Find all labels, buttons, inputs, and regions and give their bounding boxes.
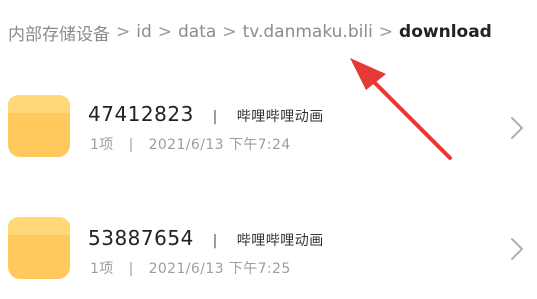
folder-meta: 1项 | 2021/6/13 下午7:24: [90, 134, 291, 154]
folder-icon: [8, 95, 70, 157]
breadcrumb-item-download: download: [399, 22, 492, 42]
breadcrumb-separator-icon: >: [116, 22, 131, 42]
breadcrumb-separator-icon: >: [378, 22, 394, 42]
breadcrumb: 内部存储设备 > id > data > tv.danmaku.bili > d…: [8, 20, 492, 45]
meta-separator: |: [128, 137, 134, 153]
modified-time: 下午7:25: [228, 261, 291, 277]
item-count: 1项: [90, 261, 114, 277]
name-separator: |: [212, 109, 218, 125]
breadcrumb-item-package[interactable]: tv.danmaku.bili: [243, 22, 373, 42]
modified-date: 2021/6/13: [148, 261, 224, 277]
folder-icon: [8, 217, 70, 279]
breadcrumb-separator-icon: >: [157, 22, 173, 42]
modified-date: 2021/6/13: [148, 137, 224, 153]
breadcrumb-separator-icon: >: [222, 22, 237, 42]
chevron-right-icon[interactable]: [509, 116, 525, 140]
item-count: 1项: [90, 137, 114, 153]
modified-time: 下午7:24: [228, 137, 291, 153]
breadcrumb-item-id[interactable]: id: [136, 22, 152, 42]
folder-row[interactable]: 53887654 | 哔哩哔哩动画 1项 | 2021/6/13 下午7:25: [0, 214, 537, 290]
folder-app-label: 哔哩哔哩动画: [236, 109, 324, 125]
name-separator: |: [212, 233, 218, 249]
folder-name: 47412823: [88, 102, 194, 126]
breadcrumb-item-data[interactable]: data: [178, 22, 216, 42]
chevron-right-icon[interactable]: [509, 237, 525, 261]
folder-app-label: 哔哩哔哩动画: [236, 233, 324, 249]
folder-row[interactable]: 47412823 | 哔哩哔哩动画 1项 | 2021/6/13 下午7:24: [0, 92, 537, 168]
breadcrumb-item-internal-storage[interactable]: 内部存储设备: [8, 20, 110, 45]
folder-meta: 1项 | 2021/6/13 下午7:25: [90, 258, 291, 278]
file-manager-page: 内部存储设备 > id > data > tv.danmaku.bili > d…: [0, 0, 537, 299]
folder-name: 53887654: [88, 226, 194, 250]
meta-separator: |: [128, 261, 134, 277]
